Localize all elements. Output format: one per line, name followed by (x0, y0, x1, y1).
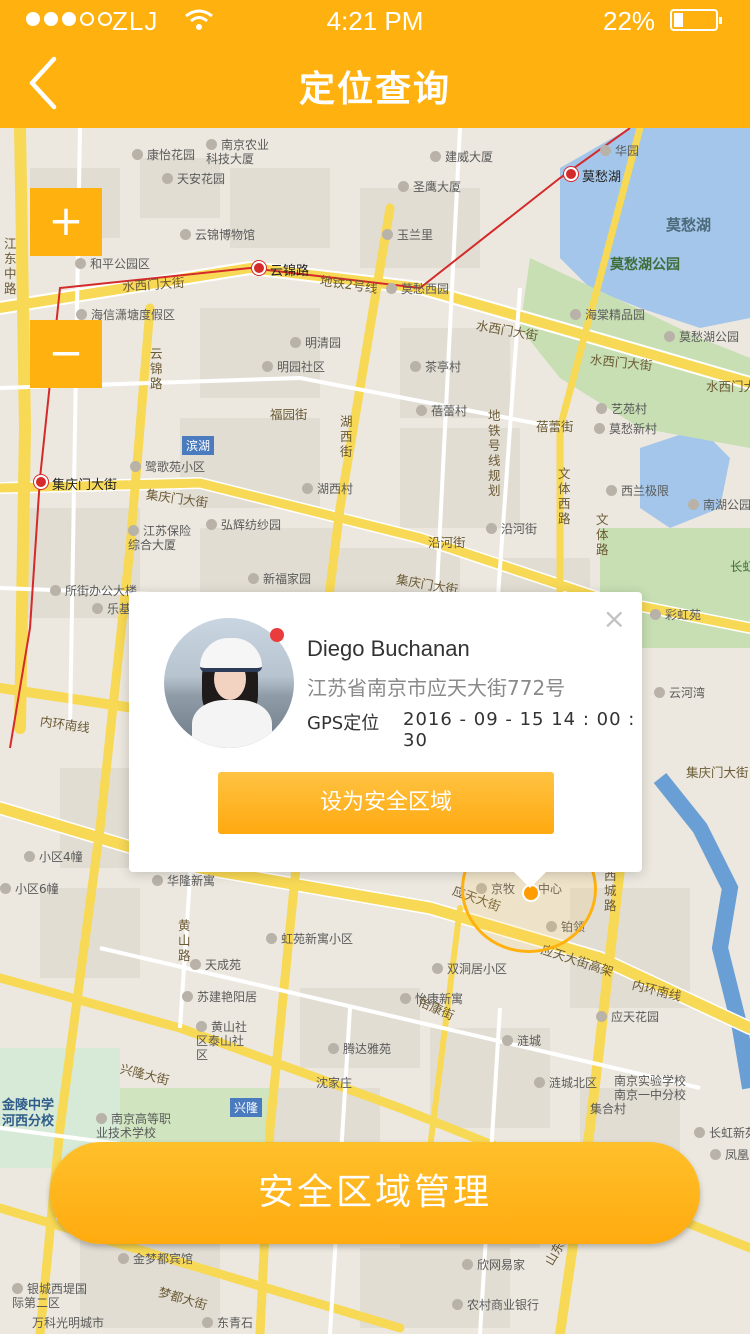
online-status-dot (270, 628, 284, 642)
zoom-out-button[interactable]: − (30, 320, 102, 388)
map-label: 腾达雅苑 (328, 1040, 391, 1057)
zoom-in-button[interactable]: + (30, 188, 102, 256)
map-label: 湖西街 (340, 414, 353, 459)
map-label: 和平公园区 (75, 255, 150, 272)
map-label: 鹭歌苑小区 (130, 458, 205, 475)
map-label: 圣鹰大厦 (398, 178, 461, 195)
map-label: 水西门大街 (706, 379, 750, 394)
map-label: 欣网易家 (462, 1256, 525, 1273)
map-label: 万科光明城市 (32, 1316, 105, 1330)
map-label: 莫愁湖公园 (664, 328, 739, 345)
metro-station: 集庆门大街 (34, 474, 117, 493)
map-label: 南京高等职业技术学校 (96, 1112, 174, 1140)
status-bar: ZLJ 4:21 PM 22% (0, 0, 750, 40)
metro-station: 云锦路 (252, 260, 309, 279)
battery-icon (670, 9, 722, 31)
map-label: 湖西村 (302, 480, 353, 497)
map-label: 农村商业银行 (452, 1296, 539, 1313)
metro-station: 莫愁湖 (564, 166, 621, 185)
map-label: 涟城北区 (534, 1074, 597, 1091)
map-label: 集合村 (590, 1102, 627, 1116)
map-label: 文体西路 (558, 466, 571, 526)
map-label: 沈家庄 (316, 1076, 353, 1090)
safe-zone-manage-button[interactable]: 安全区域管理 (50, 1142, 700, 1244)
map-label: 金梦都宾馆 (118, 1250, 193, 1267)
close-icon[interactable]: × (603, 602, 626, 635)
map-label: 西兰极限 (606, 482, 669, 499)
map-label: 银城西堤国际第二区 (12, 1282, 92, 1310)
map-label: 双洞居小区 (432, 960, 507, 977)
map-label: 长虹新苑 (694, 1124, 750, 1141)
map-label: 莫愁湖公园 (610, 257, 680, 273)
map-label: 金陵中学河西分校 (2, 1098, 55, 1129)
location-info-popup: × Diego Buchanan 江苏省南京市应天大街772号 GPS定位 20… (129, 592, 642, 888)
map-label: 莫愁新村 (594, 420, 657, 437)
map-label: 茶亭村 (410, 358, 461, 375)
map-label: 蓓蕾街 (536, 419, 574, 434)
map-label: 滨湖 (182, 436, 215, 455)
map-label: 南湖公园 (688, 496, 750, 513)
top-bar: ZLJ 4:21 PM 22% 定位查询 (0, 0, 750, 128)
map-label: 莫愁西园 (386, 280, 449, 297)
map-label: 莫愁湖 (666, 216, 712, 234)
map-label: 弘辉纺纱园 (206, 516, 281, 533)
map-label: 云锦博物馆 (180, 226, 255, 243)
map-label: 黄山社区泰山社区 (196, 1020, 248, 1062)
map-label: 华园 (600, 142, 639, 159)
address-text: 江苏省南京市应天大街772号 (307, 676, 566, 700)
map-label: 明清园 (290, 334, 341, 351)
map-label: 凤凰 (710, 1146, 749, 1163)
map-label: 乐基 (92, 600, 131, 617)
map-label: 玉兰里 (382, 226, 433, 243)
map-label: 海棠精品园 (570, 306, 645, 323)
map-label: 康怡花园 (132, 146, 195, 163)
map-label: 集庆门大街 (686, 765, 749, 780)
map-label: 涟城 (502, 1032, 541, 1049)
map-label: 黄山路 (178, 918, 191, 963)
map-label: 应天花园 (596, 1008, 659, 1025)
map-label: 南京农业科技大厦 (206, 138, 274, 166)
map-label: 天安花园 (162, 170, 225, 187)
map-label: 艺苑村 (596, 400, 647, 417)
map-label: 沿河街 (428, 535, 466, 550)
map-label: 云锦路 (150, 346, 163, 391)
map-label: 江苏保险综合大厦 (128, 524, 192, 552)
map-label: 沿河街 (486, 520, 537, 537)
map-label: 华隆新寓 (152, 872, 215, 889)
map-label: 明园社区 (262, 358, 325, 375)
map-label: 彩虹苑 (650, 606, 701, 623)
map-label: 虹苑新寓小区 (266, 930, 353, 947)
map-label: 苏建艳阳居 (182, 988, 257, 1005)
map-label: 新福家园 (248, 570, 311, 587)
map-label: 所街办公大楼 (50, 582, 137, 599)
person-name: Diego Buchanan (307, 636, 470, 661)
map-label: 西城路 (604, 868, 617, 913)
page-title: 定位查询 (298, 69, 451, 110)
map-label: 文体路 (596, 512, 609, 557)
map-label: 东青石 (202, 1314, 253, 1331)
map-label: 云河湾 (654, 684, 705, 701)
battery-percent: 22% (603, 6, 656, 36)
map-label: 福园街 (270, 407, 308, 422)
map-label: 南京实验学校南京一中分校 (614, 1074, 687, 1102)
map-label: 小区4幢 (24, 848, 83, 865)
map-label: 兴隆 (230, 1098, 263, 1117)
map-label: 地铁号线规划 (488, 408, 501, 498)
location-source: GPS定位 (307, 713, 380, 734)
map-label: 建威大厦 (430, 148, 493, 165)
map-label: 小区6幢 (0, 880, 59, 897)
map-label: 江东中路 (4, 236, 17, 296)
popup-pointer (514, 872, 546, 888)
map-label: 长虹 (730, 559, 750, 574)
location-datetime: 2016 - 09 - 15 14 : 00 : 30 (403, 709, 636, 751)
map-label: 天成苑 (190, 956, 241, 973)
map-label: 蓓蕾村 (416, 402, 467, 419)
set-safe-zone-button[interactable]: 设为安全区域 (218, 772, 554, 834)
